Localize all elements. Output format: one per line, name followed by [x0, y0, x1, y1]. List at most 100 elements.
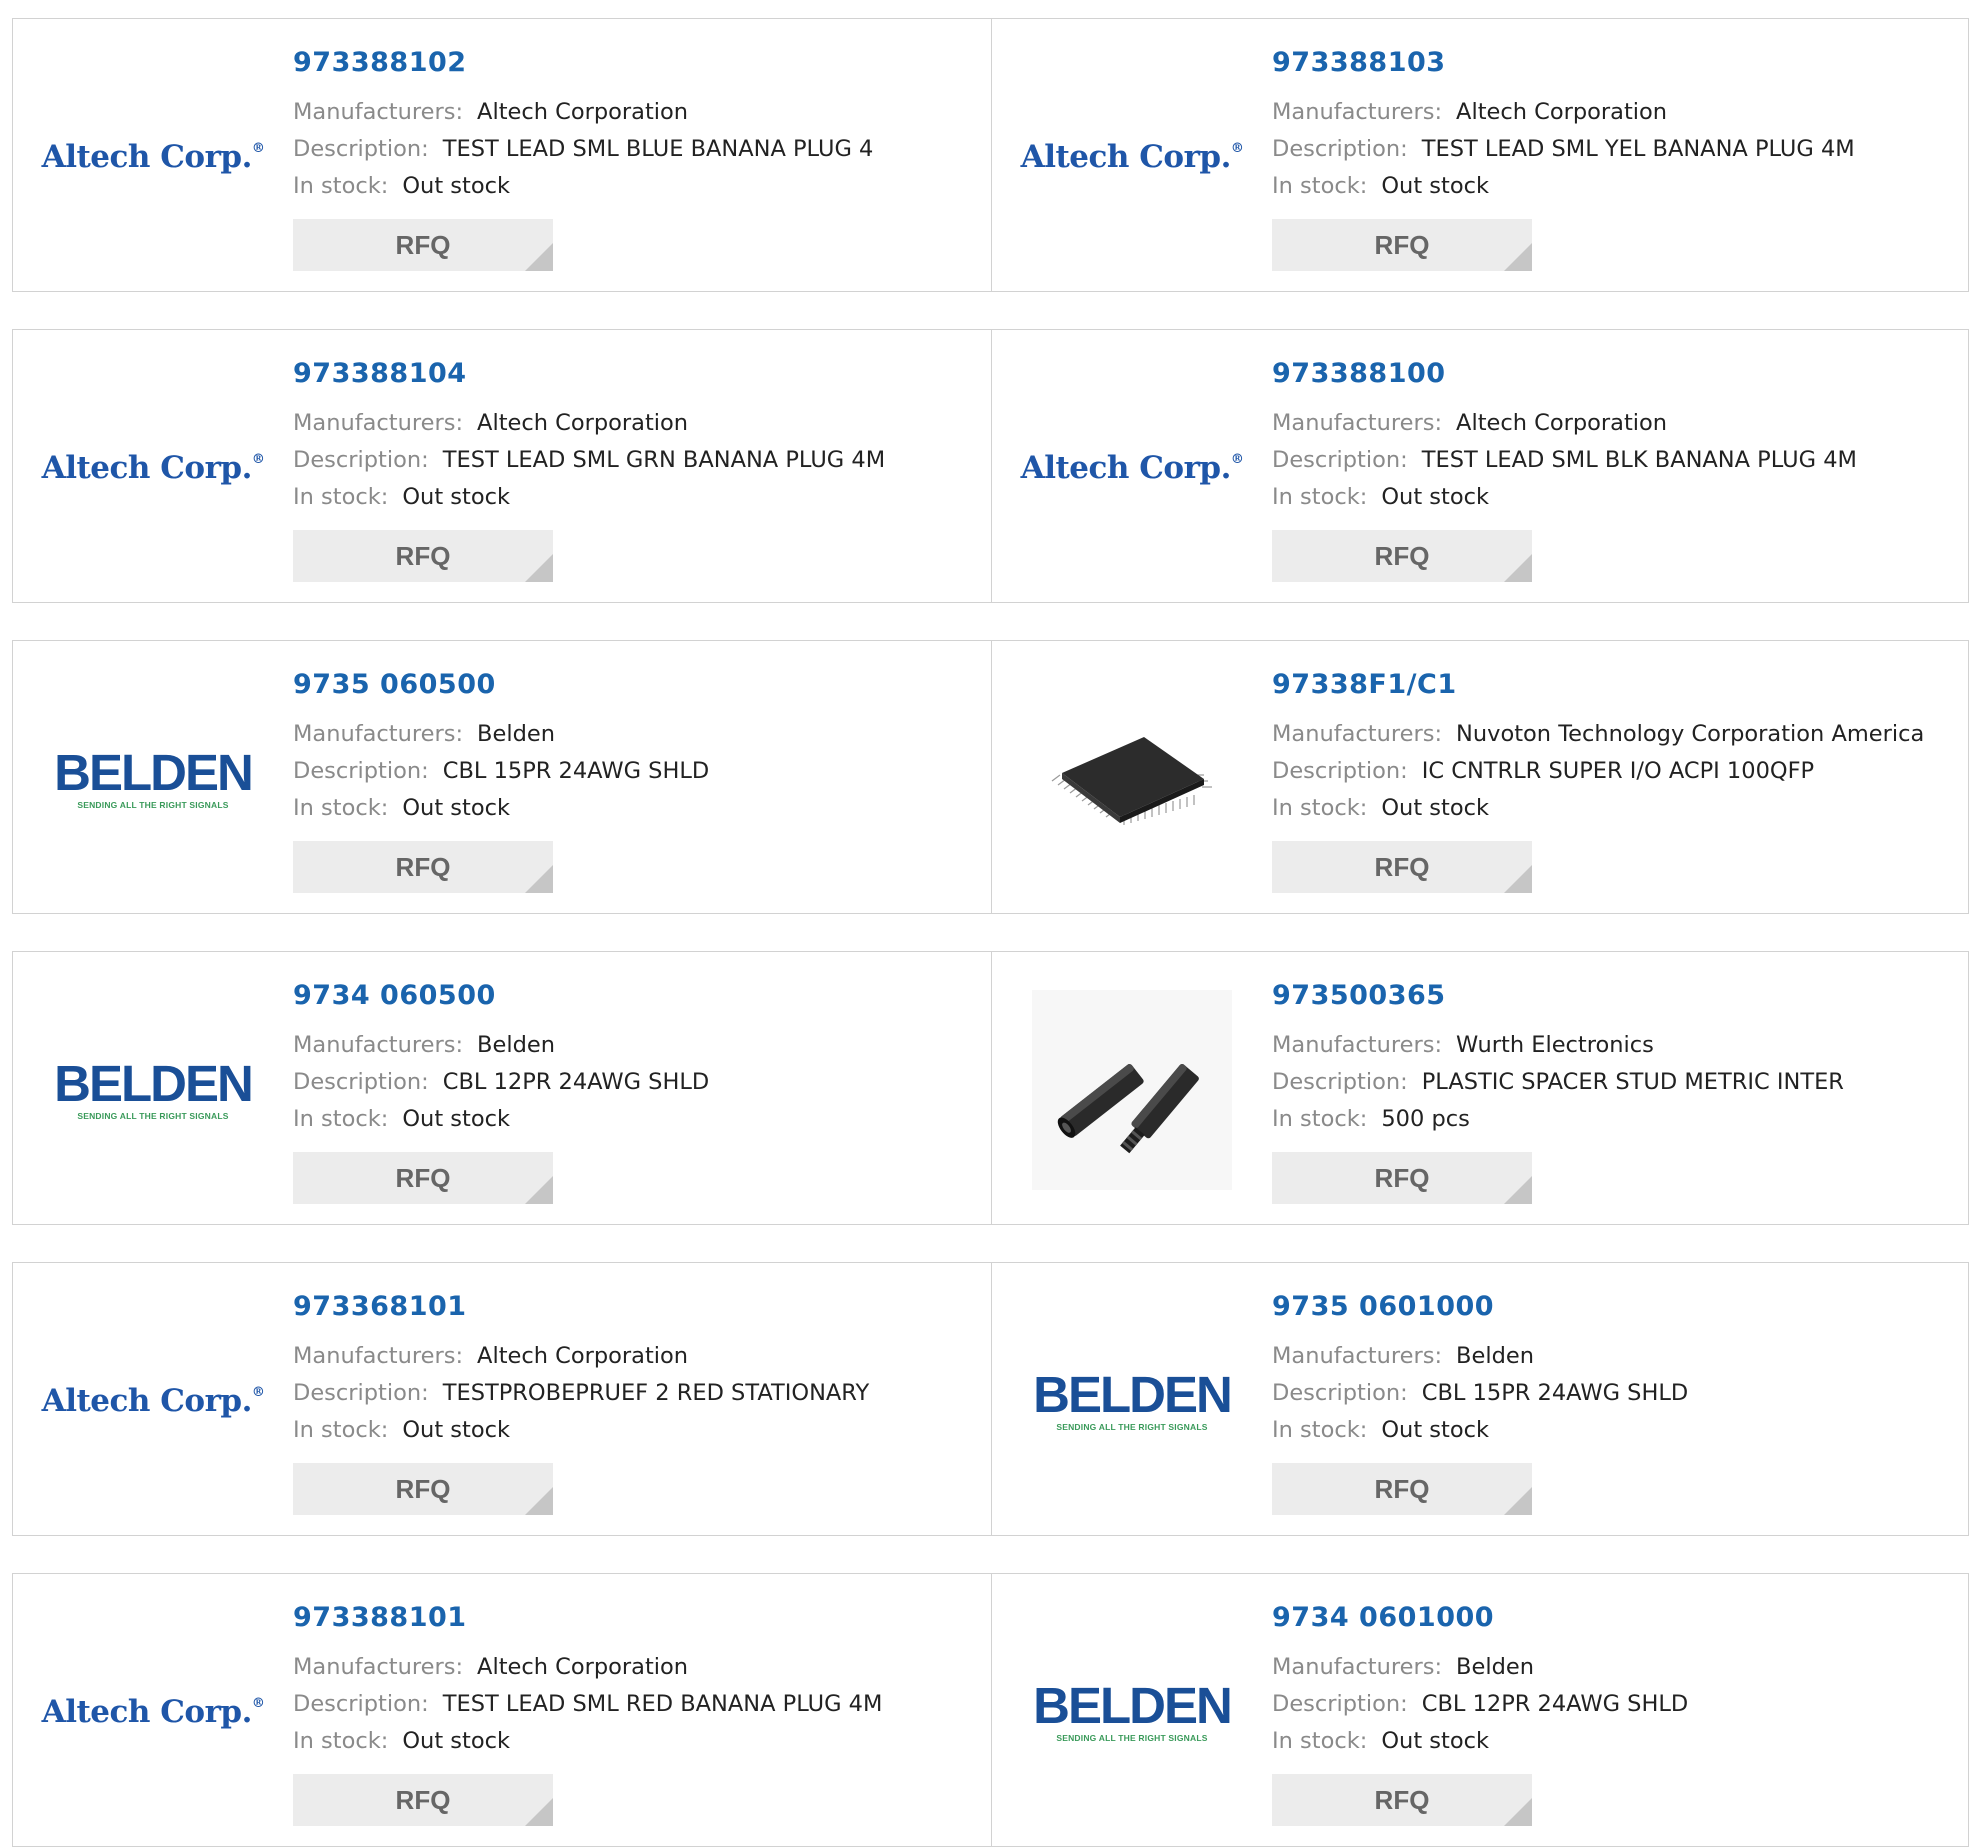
description-row: Description: CBL 15PR 24AWG SHLD	[1272, 1380, 1688, 1406]
stock-value: Out stock	[1381, 1417, 1489, 1443]
rfq-button[interactable]: RFQ	[293, 1774, 553, 1826]
description-row: Description: CBL 15PR 24AWG SHLD	[293, 758, 709, 784]
product-image[interactable]: BELDEN SENDING ALL THE RIGHT SIGNALS	[1032, 1612, 1233, 1812]
description-row: Description: TEST LEAD SML GRN BANANA PLU…	[293, 447, 885, 473]
product-image[interactable]: BELDEN SENDING ALL THE RIGHT SIGNALS	[53, 679, 254, 879]
description-value: IC CNTRLR SUPER I/O ACPI 100QFP	[1421, 758, 1815, 784]
rfq-button[interactable]: RFQ	[293, 1463, 553, 1515]
part-number-link[interactable]: 973500365	[1272, 980, 1446, 1011]
description-value: CBL 15PR 24AWG SHLD	[442, 758, 710, 784]
stock-row: In stock: Out stock	[293, 1728, 510, 1754]
part-number-link[interactable]: 973388101	[293, 1602, 467, 1633]
manufacturer-label: Manufacturers:	[1272, 1343, 1443, 1369]
part-number-link[interactable]: 9734 0601000	[1272, 1602, 1494, 1633]
rfq-button[interactable]: RFQ	[1272, 219, 1532, 271]
description-label: Description:	[1272, 136, 1408, 162]
product-image[interactable]	[1032, 679, 1232, 879]
rfq-button-label: RFQ	[1374, 851, 1430, 882]
altech-corp-logo: Altech Corp.®	[42, 450, 265, 486]
stock-value: Out stock	[402, 173, 510, 199]
manufacturer-value: Belden	[1456, 1343, 1534, 1369]
product-card: BELDEN SENDING ALL THE RIGHT SIGNALS 973…	[991, 1574, 1969, 1846]
manufacturer-label: Manufacturers:	[293, 721, 464, 747]
rfq-button[interactable]: RFQ	[1272, 1152, 1532, 1204]
part-number-link[interactable]: 973388100	[1272, 358, 1446, 389]
product-row: BELDEN SENDING ALL THE RIGHT SIGNALS 973…	[12, 640, 1969, 914]
product-card: Altech Corp.® 973388101 Manufacturers: Al…	[13, 1574, 991, 1846]
part-number-link[interactable]: 9734 060500	[293, 980, 496, 1011]
stock-value: Out stock	[402, 795, 510, 821]
spacer-stud-image	[1032, 990, 1232, 1190]
altech-logo-text: Altech Corp.	[41, 1694, 253, 1730]
stock-value: Out stock	[402, 1728, 510, 1754]
altech-logo-mark: ®	[251, 451, 265, 467]
part-number-link[interactable]: 9735 060500	[293, 669, 496, 700]
manufacturer-row: Manufacturers: Belden	[1272, 1654, 1534, 1680]
description-value: TEST LEAD SML BLUE BANANA PLUG 4	[442, 136, 874, 162]
altech-corp-logo: Altech Corp.®	[42, 139, 265, 175]
stock-value: 500 pcs	[1381, 1106, 1470, 1132]
corner-triangle-icon	[1504, 1487, 1532, 1515]
rfq-button-label: RFQ	[1374, 1473, 1430, 1504]
description-value: TESTPROBEPRUEF 2 RED STATIONARY	[442, 1380, 870, 1406]
product-image[interactable]: Altech Corp.®	[1021, 368, 1244, 568]
belden-logo-word: BELDEN	[1033, 1677, 1233, 1734]
description-label: Description:	[293, 1691, 429, 1717]
description-label: Description:	[1272, 1380, 1408, 1406]
rfq-button-label: RFQ	[1374, 229, 1430, 260]
product-image[interactable]: BELDEN SENDING ALL THE RIGHT SIGNALS	[53, 990, 254, 1190]
corner-triangle-icon	[1504, 1798, 1532, 1826]
rfq-button[interactable]: RFQ	[1272, 1463, 1532, 1515]
product-image[interactable]: Altech Corp.®	[1021, 57, 1244, 257]
part-number-link[interactable]: 973388102	[293, 47, 467, 78]
part-number-link[interactable]: 97338F1/C1	[1272, 669, 1457, 700]
part-number-link[interactable]: 9735 0601000	[1272, 1291, 1494, 1322]
product-row: Altech Corp.® 973388102 Manufacturers: Al…	[12, 18, 1969, 292]
stock-value: Out stock	[402, 1417, 510, 1443]
stock-label: In stock:	[1272, 1728, 1368, 1754]
product-image[interactable]: Altech Corp.®	[42, 1612, 265, 1812]
stock-value: Out stock	[1381, 795, 1489, 821]
product-image[interactable]: Altech Corp.®	[42, 57, 265, 257]
altech-logo-mark: ®	[251, 140, 265, 156]
rfq-button[interactable]: RFQ	[1272, 841, 1532, 893]
altech-logo-mark: ®	[1230, 451, 1244, 467]
rfq-button[interactable]: RFQ	[1272, 530, 1532, 582]
part-number-link[interactable]: 973388103	[1272, 47, 1446, 78]
product-row: Altech Corp.® 973388101 Manufacturers: Al…	[12, 1573, 1969, 1847]
part-number-link[interactable]: 973388104	[293, 358, 467, 389]
product-image[interactable]: Altech Corp.®	[42, 1301, 265, 1501]
rfq-button[interactable]: RFQ	[293, 1152, 553, 1204]
stock-label: In stock:	[293, 1728, 389, 1754]
description-value: CBL 15PR 24AWG SHLD	[1421, 1380, 1689, 1406]
stock-label: In stock:	[293, 484, 389, 510]
stock-label: In stock:	[293, 173, 389, 199]
manufacturer-value: Altech Corporation	[1456, 99, 1668, 125]
rfq-button[interactable]: RFQ	[293, 530, 553, 582]
part-number-link[interactable]: 973368101	[293, 1291, 467, 1322]
product-image[interactable]: Altech Corp.®	[42, 368, 265, 568]
product-card: 97338F1/C1 Manufacturers: Nuvoton Technol…	[991, 641, 1969, 913]
rfq-button-label: RFQ	[1374, 1784, 1430, 1815]
stock-label: In stock:	[293, 795, 389, 821]
belden-logo-word: BELDEN	[54, 744, 254, 801]
stock-value: Out stock	[1381, 484, 1489, 510]
corner-triangle-icon	[1504, 865, 1532, 893]
manufacturer-row: Manufacturers: Altech Corporation	[1272, 99, 1667, 125]
product-row: Altech Corp.® 973388104 Manufacturers: Al…	[12, 329, 1969, 603]
stock-row: In stock: Out stock	[293, 173, 510, 199]
manufacturer-label: Manufacturers:	[293, 1032, 464, 1058]
stock-label: In stock:	[1272, 173, 1368, 199]
belden-logo-tagline: SENDING ALL THE RIGHT SIGNALS	[1056, 1733, 1208, 1743]
corner-triangle-icon	[525, 243, 553, 271]
description-row: Description: IC CNTRLR SUPER I/O ACPI 100…	[1272, 758, 1814, 784]
altech-logo-text: Altech Corp.	[41, 1383, 253, 1419]
rfq-button[interactable]: RFQ	[293, 841, 553, 893]
rfq-button[interactable]: RFQ	[1272, 1774, 1532, 1826]
stock-value: Out stock	[1381, 1728, 1489, 1754]
belden-logo-word: BELDEN	[54, 1055, 254, 1112]
corner-triangle-icon	[525, 865, 553, 893]
product-image[interactable]: BELDEN SENDING ALL THE RIGHT SIGNALS	[1032, 1301, 1233, 1501]
product-image[interactable]	[1032, 990, 1232, 1190]
rfq-button[interactable]: RFQ	[293, 219, 553, 271]
